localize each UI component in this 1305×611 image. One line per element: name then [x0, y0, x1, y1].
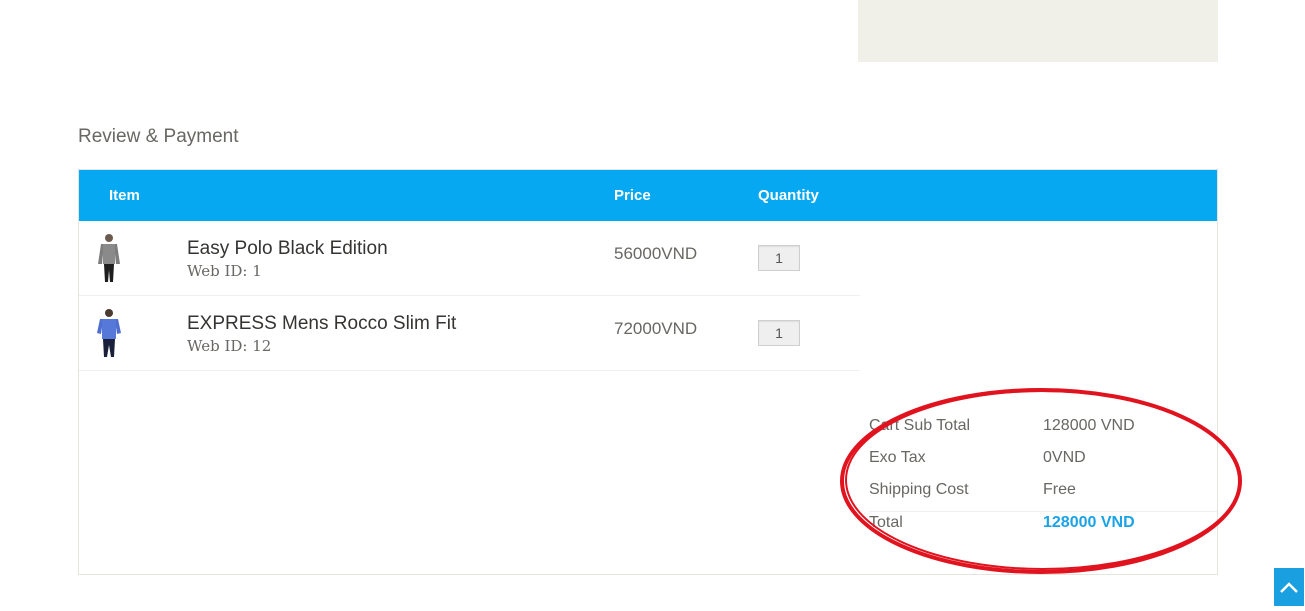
tax-label: Exo Tax — [869, 449, 926, 466]
shipping-row: Shipping Cost Free — [869, 479, 1217, 511]
product-web-id: Web ID: 12 — [187, 337, 272, 355]
cart-header: Item Price Quantity — [79, 170, 1217, 221]
product-thumbnail-icon[interactable] — [91, 307, 127, 359]
tax-row: Exo Tax 0VND — [869, 447, 1217, 479]
subtotal-row: Cart Sub Total 128000 VND — [869, 415, 1217, 447]
cart-row: Easy Polo Black Edition Web ID: 1 56000V… — [79, 221, 860, 296]
product-price: 72000VND — [614, 319, 698, 338]
quantity-input[interactable]: 1 — [758, 320, 800, 346]
shipping-label: Shipping Cost — [869, 481, 969, 498]
cart-row: EXPRESS Mens Rocco Slim Fit Web ID: 12 7… — [79, 296, 860, 371]
total-row: Total 128000 VND — [869, 511, 1217, 543]
total-value: 128000 VND — [1043, 514, 1135, 531]
product-name[interactable]: EXPRESS Mens Rocco Slim Fit — [187, 313, 456, 335]
shipping-value: Free — [1043, 481, 1076, 498]
header-item: Item — [109, 187, 140, 204]
chevron-up-icon — [1280, 582, 1298, 593]
section-title: Review & Payment — [78, 126, 239, 147]
subtotal-label: Cart Sub Total — [869, 417, 971, 434]
product-web-id: Web ID: 1 — [187, 262, 262, 280]
top-panel — [858, 0, 1218, 62]
quantity-input[interactable]: 1 — [758, 245, 800, 271]
product-price: 56000VND — [614, 244, 698, 263]
total-label: Total — [869, 514, 903, 531]
cart-table: Item Price Quantity Easy Polo Black Edit… — [78, 169, 1218, 575]
tax-value: 0VND — [1043, 449, 1086, 466]
subtotal-value: 128000 VND — [1043, 417, 1135, 434]
header-price: Price — [614, 187, 651, 204]
product-thumbnail-icon[interactable] — [91, 232, 127, 284]
product-name[interactable]: Easy Polo Black Edition — [187, 238, 388, 260]
header-quantity: Quantity — [758, 187, 819, 204]
cart-totals: Cart Sub Total 128000 VND Exo Tax 0VND S… — [869, 415, 1217, 543]
scroll-to-top-button[interactable] — [1273, 567, 1305, 607]
